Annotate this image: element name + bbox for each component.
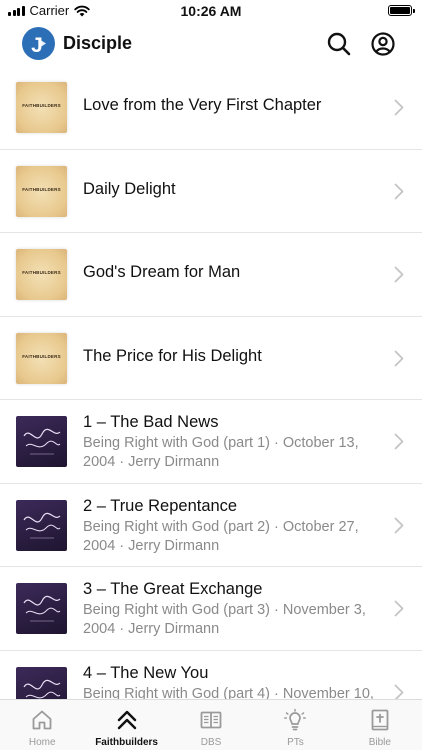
tab-label: Bible [368,737,391,748]
chevron-right-icon [394,600,404,617]
item-title: God's Dream for Man [83,263,241,281]
chevron-right-icon [394,266,404,283]
item-subtitle: Being Right with God (part 4) · November… [83,685,374,700]
content-list[interactable]: FAITHBUILDERS Love from the Very First C… [0,66,422,699]
item-subtitle: Being Right with God (part 1) · October … [83,435,359,470]
faithbuilders-thumbnail: FAITHBUILDERS [16,332,67,384]
chevron-right-icon [394,433,404,450]
being-right-thumbnail [16,666,67,699]
tab-faithbuilders[interactable]: Faithbuilders [84,700,168,750]
battery-icon [388,5,415,16]
list-item[interactable]: 3 – The Great Exchange Being Right with … [0,567,422,651]
tab-dbs[interactable]: DBS [169,700,253,750]
tab-label: PTs [287,737,304,748]
item-title: Daily Delight [83,179,176,198]
faithbuilders-thumbnail: FAITHBUILDERS [16,249,67,300]
tab-label: Faithbuilders [95,737,158,748]
being-right-thumbnail [16,499,67,551]
app-header: J Disciple [0,22,422,66]
tab-bar: Home Faithbuilders DBS PTs Bible [0,699,422,750]
lightbulb-icon [284,708,307,731]
item-title: 4 – The New You [83,663,209,682]
being-right-thumbnail [16,416,67,467]
item-title: 1 – The Bad News [83,413,219,431]
item-title: 3 – The Great Exchange [83,580,263,598]
faithbuilders-thumbnail: FAITHBUILDERS [16,82,67,133]
item-title: 2 – True Repentance [83,496,238,515]
chevron-right-icon [394,517,404,533]
list-item[interactable]: FAITHBUILDERS God's Dream for Man [0,233,422,317]
chevron-right-icon [394,99,404,116]
chevron-right-icon [394,350,404,366]
tab-label: DBS [200,737,222,748]
item-title: Love from the Very First Chapter [83,96,322,114]
chevron-right-icon [394,684,404,699]
tab-label: Home [28,737,56,748]
home-icon [32,710,52,730]
account-button[interactable] [370,31,396,57]
tab-pts[interactable]: PTs [253,700,337,750]
bible-icon [371,709,389,731]
item-title: The Price for His Delight [83,346,262,365]
chevron-right-icon [394,183,404,199]
item-subtitle: Being Right with God (part 3) · November… [83,602,366,637]
search-button[interactable] [326,31,352,57]
account-icon [371,32,395,56]
faithbuilders-thumbnail: FAITHBUILDERS [16,165,67,217]
list-item[interactable]: 2 – True Repentance Being Right with God… [0,484,422,567]
list-item[interactable]: 4 – The New You Being Right with God (pa… [0,651,422,700]
app-logo: J [22,27,55,60]
being-right-thumbnail [16,583,67,634]
status-bar: Carrier 10:26 AM [0,0,422,22]
tab-bible[interactable]: Bible [338,700,422,750]
status-time: 10:26 AM [180,3,242,19]
item-subtitle: Being Right with God (part 2) · October … [83,518,359,554]
list-item[interactable]: FAITHBUILDERS Love from the Very First C… [0,66,422,150]
tab-home[interactable]: Home [0,700,84,750]
list-item[interactable]: FAITHBUILDERS Daily Delight [0,150,422,233]
list-item[interactable]: FAITHBUILDERS The Price for His Delight [0,317,422,400]
list-item[interactable]: 1 – The Bad News Being Right with God (p… [0,400,422,484]
app-title: Disciple [63,33,133,53]
chevrons-up-icon [117,710,136,730]
book-open-icon [200,711,222,729]
search-icon [327,32,351,56]
